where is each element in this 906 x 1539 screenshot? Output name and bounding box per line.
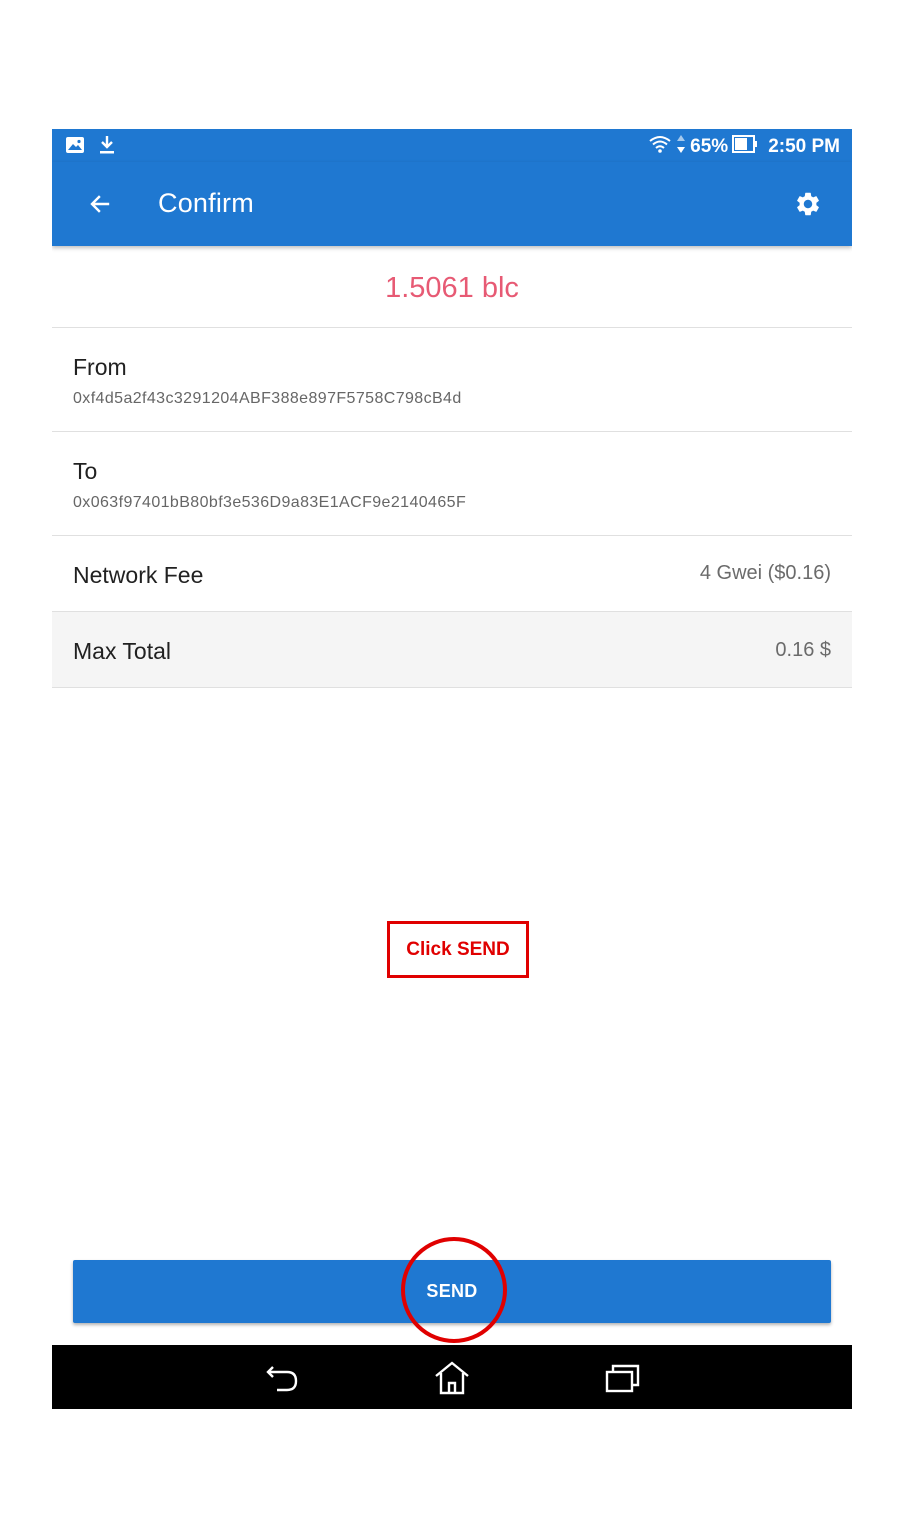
status-right: 65% 2:50 PM (648, 134, 840, 160)
battery-percent: 65% (690, 136, 729, 157)
page-title: Confirm (158, 188, 254, 218)
phone-screen: 65% 2:50 PM Confirm 1.5061 blc From 0xf4… (52, 129, 852, 1409)
network-fee-value: 4 Gwei ($0.16) (699, 562, 831, 584)
gear-icon (797, 192, 819, 216)
amount-value: 1.5061 blc (385, 272, 519, 304)
image-icon (66, 137, 84, 158)
battery-icon (732, 135, 758, 159)
to-address: 0x063f97401bB80bf3e536D9a83E1ACF9e214046… (73, 494, 467, 511)
wifi-icon (648, 135, 672, 159)
navigation-bar (52, 1345, 852, 1409)
amount-row: 1.5061 blc (52, 246, 852, 328)
nav-back-icon (266, 1366, 298, 1392)
app-bar: Confirm (52, 162, 852, 246)
data-arrows-icon (676, 134, 686, 160)
instruction-annotation: Click SEND (387, 921, 529, 978)
from-row: From 0xf4d5a2f43c3291204ABF388e897F5758C… (52, 328, 852, 432)
network-fee-row[interactable]: Network Fee 4 Gwei ($0.16) (52, 536, 852, 612)
download-icon (98, 135, 116, 160)
to-label: To (73, 458, 98, 484)
nav-back-button[interactable] (262, 1359, 302, 1397)
nav-recent-apps-button[interactable] (603, 1359, 643, 1397)
send-button[interactable]: SEND (73, 1260, 831, 1323)
nav-home-button[interactable] (432, 1359, 472, 1397)
nav-recent-apps-icon (605, 1364, 640, 1393)
arrow-back-icon (90, 195, 110, 213)
from-label: From (73, 354, 127, 380)
status-time: 2:50 PM (768, 136, 840, 157)
nav-home-icon (435, 1361, 469, 1395)
max-total-row: Max Total 0.16 $ (52, 612, 852, 688)
network-fee-label: Network Fee (73, 562, 204, 588)
max-total-label: Max Total (73, 638, 172, 664)
back-button[interactable] (82, 186, 118, 222)
from-address: 0xf4d5a2f43c3291204ABF388e897F5758C798cB… (73, 390, 462, 407)
to-row: To 0x063f97401bB80bf3e536D9a83E1ACF9e214… (52, 432, 852, 536)
settings-button[interactable] (790, 186, 826, 222)
status-bar: 65% 2:50 PM (52, 129, 852, 162)
max-total-value: 0.16 $ (775, 639, 831, 661)
status-left-icons (66, 135, 116, 160)
